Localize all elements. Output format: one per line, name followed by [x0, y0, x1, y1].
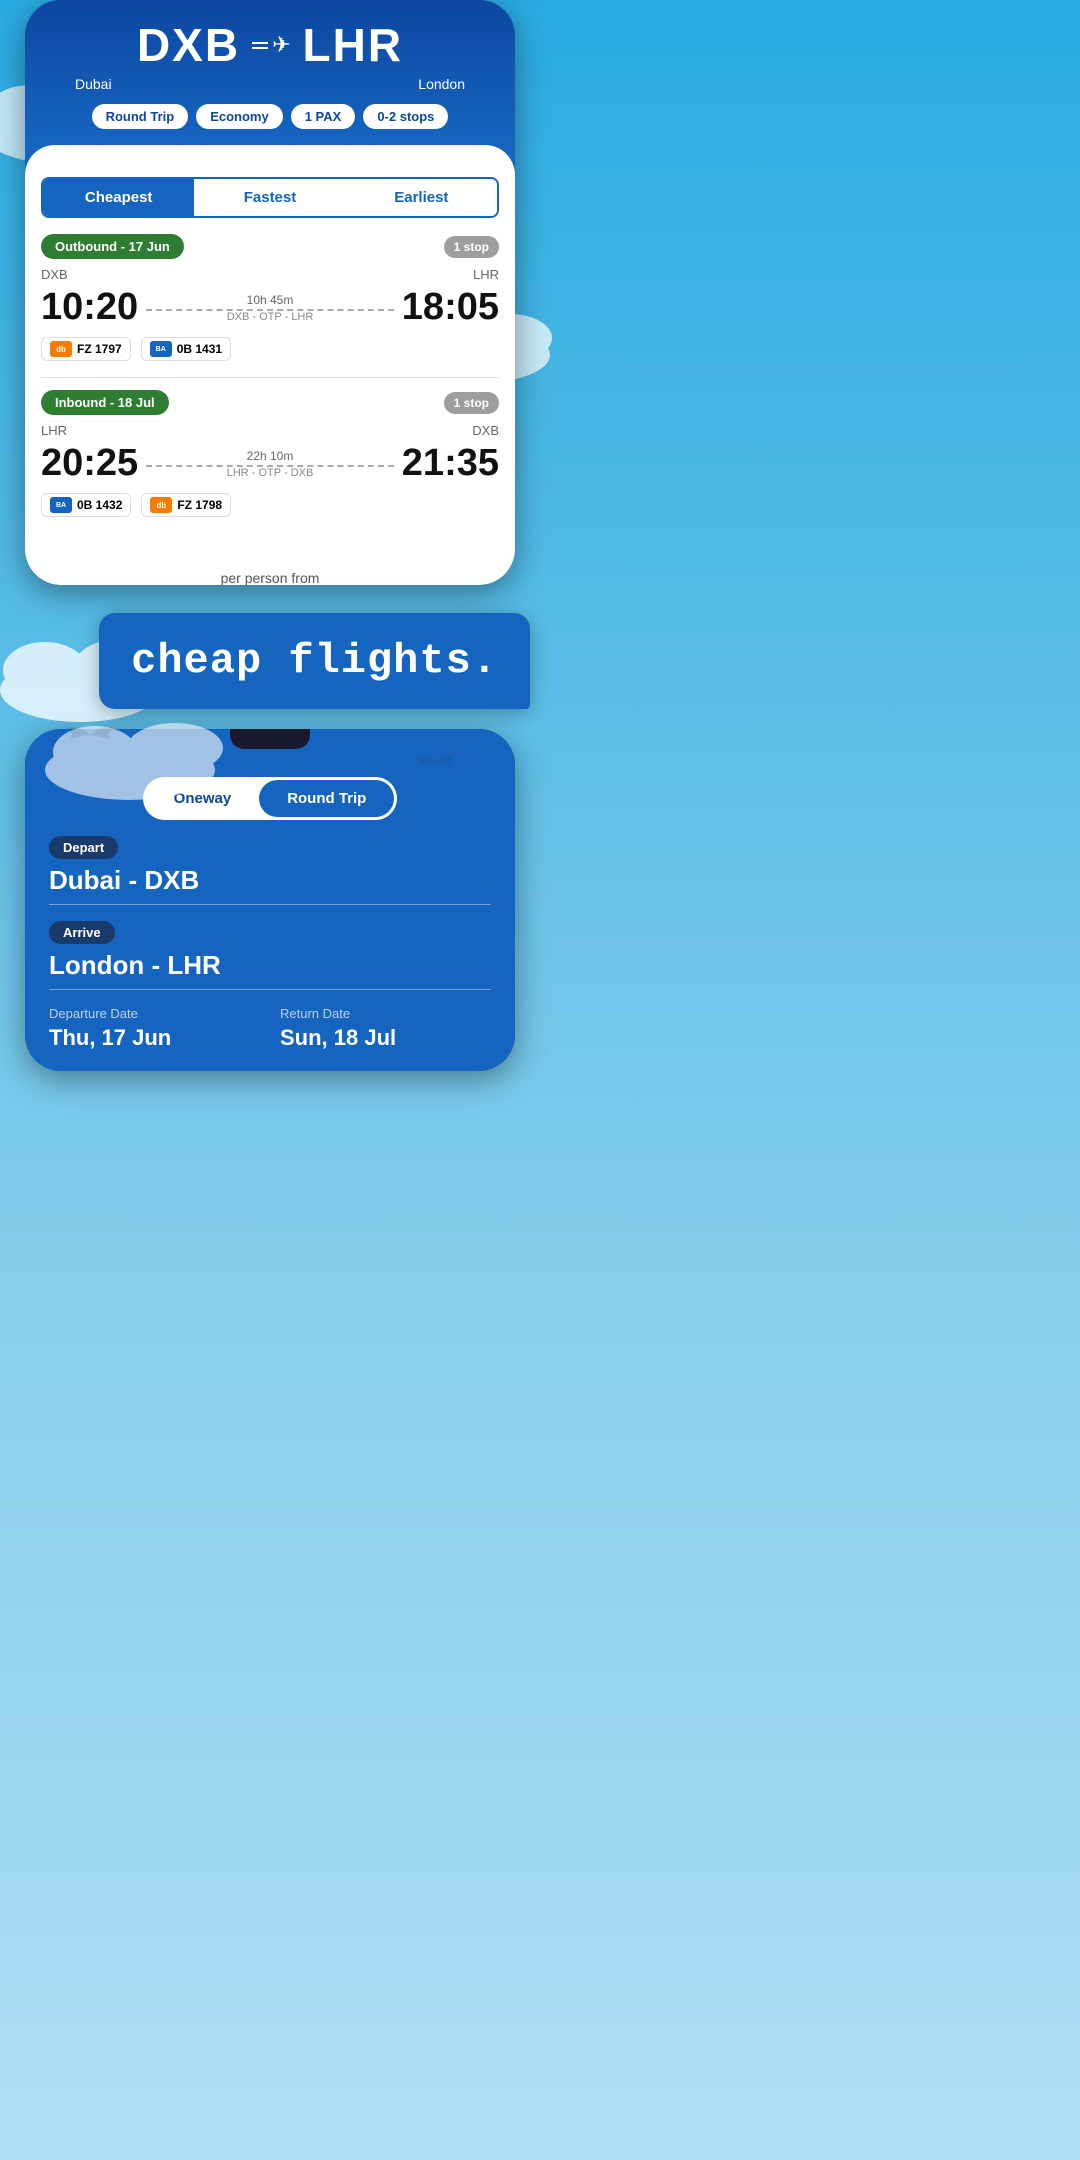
return-date-field: Return Date Sun, 18 Jul	[280, 1006, 491, 1051]
cheap-flights-text: cheap flights.	[131, 637, 498, 685]
outbound-depart-time: 10:20	[41, 286, 138, 329]
outbound-stops: 1 stop	[444, 236, 499, 258]
departure-date-label: Departure Date	[49, 1006, 260, 1021]
phone-notch	[230, 729, 310, 749]
dates-section: Departure Date Thu, 17 Jun Return Date S…	[25, 1006, 515, 1071]
top-phone-mockup: DXB ✈ LHR Dubai London Round Trip	[25, 0, 515, 585]
tab-fastest[interactable]: Fastest	[194, 179, 345, 216]
dubai-logo-1: db	[50, 341, 72, 357]
price-bar: per person from	[25, 549, 515, 585]
dest-name: London	[418, 76, 465, 92]
roundtrip-toggle[interactable]: Round Trip	[259, 780, 394, 817]
outbound-label: Outbound - 17 Jun	[41, 234, 184, 259]
inbound-duration: 22h 10m	[247, 449, 294, 463]
outbound-origin-code: DXB	[41, 267, 68, 282]
inbound-dest-code: DXB	[472, 423, 499, 438]
stops-filter[interactable]: 0-2 stops	[363, 104, 448, 129]
outbound-airline-1: db FZ 1797	[41, 337, 131, 361]
departure-date-value[interactable]: Thu, 17 Jun	[49, 1025, 260, 1051]
cheap-flights-bubble: cheap flights.	[99, 613, 530, 709]
outbound-dest-code: LHR	[473, 267, 499, 282]
trip-type-filter[interactable]: Round Trip	[92, 104, 189, 129]
dubai-logo-2: db	[150, 497, 172, 513]
flight-header: DXB ✈ LHR Dubai London Round Trip	[25, 0, 515, 145]
arrive-value[interactable]: London - LHR	[49, 950, 491, 990]
search-form: Depart Dubai - DXB Arrive London - LHR	[25, 836, 515, 990]
blue-logo-2: BA	[50, 497, 72, 513]
tab-earliest[interactable]: Earliest	[346, 179, 497, 216]
inbound-arrive-time: 21:35	[402, 442, 499, 485]
sort-tabs: Cheapest Fastest Earliest	[41, 177, 499, 218]
departure-date-field: Departure Date Thu, 17 Jun	[49, 1006, 260, 1051]
tab-cheapest[interactable]: Cheapest	[43, 179, 194, 216]
inbound-depart-time: 20:25	[41, 442, 138, 485]
inbound-stops: 1 stop	[444, 392, 499, 414]
outbound-airlines: db FZ 1797 BA 0B 1431	[41, 337, 499, 361]
outbound-arrive-time: 18:05	[402, 286, 499, 329]
return-date-value[interactable]: Sun, 18 Jul	[280, 1025, 491, 1051]
inbound-via: LHR - OTP - DXB	[227, 467, 314, 479]
inbound-label: Inbound - 18 Jul	[41, 390, 169, 415]
outbound-airline-2: BA 0B 1431	[141, 337, 231, 361]
arrive-label: Arrive	[49, 921, 115, 944]
inbound-origin-code: LHR	[41, 423, 67, 438]
outbound-duration: 10h 45m	[247, 293, 294, 307]
origin-name: Dubai	[75, 76, 112, 92]
origin-code: DXB	[137, 18, 240, 72]
inbound-airline-1: BA 0B 1432	[41, 493, 131, 517]
outbound-flight-1: FZ 1797	[77, 342, 122, 356]
cabin-filter[interactable]: Economy	[196, 104, 283, 129]
inbound-flight-1: 0B 1432	[77, 498, 122, 512]
inbound-flight-2: FZ 1798	[177, 498, 222, 512]
depart-label: Depart	[49, 836, 118, 859]
pax-filter[interactable]: 1 PAX	[291, 104, 356, 129]
outbound-card: Outbound - 17 Jun 1 stop DXB LHR 10:20 1…	[25, 234, 515, 549]
depart-value[interactable]: Dubai - DXB	[49, 865, 491, 905]
inbound-airlines: BA 0B 1432 db FZ 1798	[41, 493, 499, 517]
outbound-flight-2: 0B 1431	[177, 342, 222, 356]
inbound-airline-2: db FZ 1798	[141, 493, 231, 517]
return-date-label: Return Date	[280, 1006, 491, 1021]
outbound-via: DXB - OTP - LHR	[227, 311, 314, 323]
blue-logo-1: BA	[150, 341, 172, 357]
dest-code: LHR	[303, 18, 404, 72]
plane-route-icon: ✈	[252, 32, 290, 58]
